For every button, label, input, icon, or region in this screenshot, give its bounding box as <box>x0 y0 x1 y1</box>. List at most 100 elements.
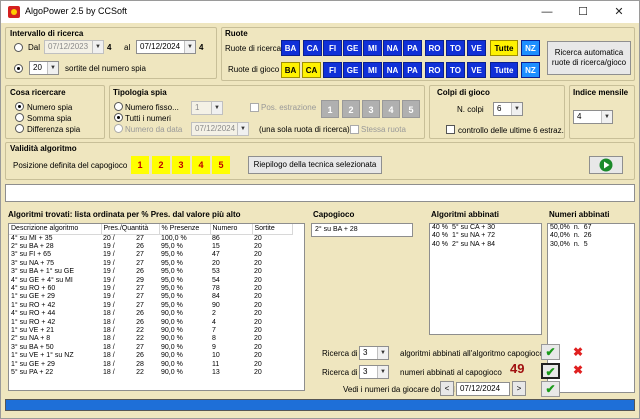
ruota-gioco-mi[interactable]: MI <box>363 62 382 78</box>
maximize-button[interactable]: ☐ <box>565 1 601 23</box>
ruota-ricerca-ca[interactable]: CA <box>303 40 322 56</box>
col-numero[interactable]: Numero <box>210 224 253 235</box>
numeri-list[interactable]: 50,0% n. 67 40,0% n. 26 30,0% n. 5 <box>547 223 635 393</box>
table-row[interactable]: 3° su BA + 1° su GE 19 / 26 95,0 % 53 20 <box>9 268 292 276</box>
confirm-abbinati-button[interactable]: ✔ <box>541 344 560 360</box>
list-item[interactable]: 30,0% n. 5 <box>548 241 594 249</box>
ruota-gioco-ve[interactable]: VE <box>467 62 486 78</box>
pos-box-1[interactable]: 1 <box>321 100 339 118</box>
dal-radio[interactable] <box>14 43 23 52</box>
numero-fisso-radio[interactable] <box>114 102 123 111</box>
vedi-date-field[interactable]: 07/12/2024 <box>456 382 510 396</box>
table-row[interactable]: 4° su GE + 4° su MI 19 / 29 95,0 % 54 20 <box>9 277 292 285</box>
ruota-gioco-tutte[interactable]: Tutte <box>490 62 518 78</box>
abbinati-list[interactable]: 40 % 5° su CA + 30 40 % 1° su NA + 72 40 % 2°… <box>429 223 542 335</box>
controllo-check[interactable] <box>446 125 455 134</box>
chevron-down-icon[interactable]: ▼ <box>377 347 388 359</box>
indice-select[interactable]: 4 ▼ <box>573 110 613 124</box>
ruota-gioco-to[interactable]: TO <box>446 62 465 78</box>
ruota-ricerca-ba[interactable]: BA <box>281 40 300 56</box>
calendar-dropdown-icon[interactable]: ▼ <box>184 41 195 53</box>
close-button[interactable]: ✕ <box>601 1 637 23</box>
list-item[interactable]: 50,0% n. 67 <box>548 224 594 232</box>
cancel-abbinati-button[interactable]: ✖ <box>571 345 585 359</box>
table-row[interactable]: 1° su GE + 29 18 / 28 90,0 % 11 20 <box>9 361 292 369</box>
capogioco-field[interactable]: 2° su BA + 28 <box>311 223 413 237</box>
validita-box-5[interactable]: 5 <box>212 156 230 174</box>
tutti-numeri-radio[interactable] <box>114 113 123 122</box>
fisso-select[interactable]: 1 ▼ <box>191 101 223 115</box>
table-row[interactable]: 3° su FI + 65 19 / 27 95,0 % 47 20 <box>9 251 292 259</box>
ruota-ricerca-ro[interactable]: RO <box>425 40 444 56</box>
list-item[interactable]: 40 % 2° su NA + 84 <box>430 241 497 249</box>
ruota-ricerca-ve[interactable]: VE <box>467 40 486 56</box>
ruota-ricerca-pa[interactable]: PA <box>403 40 422 56</box>
al-date-field[interactable]: 07/12/2024 ▼ <box>136 40 196 54</box>
col-presenze[interactable]: % Presenze <box>159 224 211 235</box>
table-row[interactable]: 2° su BA + 28 19 /26 95,0 % 15 20 <box>9 243 292 251</box>
pos-box-2[interactable]: 2 <box>342 100 360 118</box>
ruota-gioco-fi[interactable]: FI <box>323 62 342 78</box>
ricerca-automatica-button[interactable]: Ricerca automatica ruote di ricerca/gioc… <box>547 41 631 75</box>
sortite-select[interactable]: 20 ▼ <box>29 61 59 75</box>
ruota-ricerca-na[interactable]: NA <box>383 40 402 56</box>
confirm-vedi-button[interactable]: ✔ <box>541 381 560 397</box>
ruota-gioco-pa[interactable]: PA <box>403 62 422 78</box>
ruota-gioco-ba[interactable]: BA <box>281 62 300 78</box>
pos-box-5[interactable]: 5 <box>402 100 420 118</box>
numero-data-radio[interactable] <box>114 124 123 133</box>
table-row[interactable]: 1° su RO + 42 19 / 27 95,0 % 90 20 <box>9 302 292 310</box>
ruota-ricerca-nz[interactable]: NZ <box>521 40 540 56</box>
calendar-dropdown-icon[interactable]: ▼ <box>92 41 103 53</box>
stessa-ruota-check[interactable] <box>350 125 359 134</box>
validita-box-4[interactable]: 4 <box>192 156 210 174</box>
ruota-ricerca-to[interactable]: TO <box>446 40 465 56</box>
prev-date-button[interactable]: < <box>440 381 454 396</box>
col-sortite[interactable]: Sortite <box>252 224 293 235</box>
pos-box-4[interactable]: 4 <box>382 100 400 118</box>
chevron-down-icon[interactable]: ▼ <box>211 102 222 114</box>
ruota-ricerca-ge[interactable]: GE <box>343 40 362 56</box>
pos-estrazione-check[interactable] <box>250 103 259 112</box>
minimize-button[interactable]: — <box>529 1 565 23</box>
play-button[interactable] <box>589 156 623 174</box>
ruota-ricerca-mi[interactable]: MI <box>363 40 382 56</box>
table-row[interactable]: 3° su NA + 75 19 / 27 95,0 % 20 20 <box>9 260 292 268</box>
ruota-gioco-nz[interactable]: NZ <box>521 62 540 78</box>
differenza-spia-radio[interactable] <box>15 124 24 133</box>
list-item[interactable]: 40,0% n. 26 <box>548 232 594 240</box>
table-row[interactable]: 1° su VE + 1° su NZ 18 / 26 90,0 % 10 20 <box>9 352 292 360</box>
pos-box-3[interactable]: 3 <box>362 100 380 118</box>
numero-spia-radio[interactable] <box>15 102 24 111</box>
table-row[interactable]: 3° su BA + 50 18 / 27 90,0 % 9 20 <box>9 344 292 352</box>
validita-box-1[interactable]: 1 <box>131 156 149 174</box>
chevron-down-icon[interactable]: ▼ <box>601 111 612 123</box>
riepilogo-button[interactable]: Riepilogo della tecnica selezionata <box>248 156 382 174</box>
chevron-down-icon[interactable]: ▼ <box>377 366 388 378</box>
table-row[interactable]: 1° su GE + 29 19 / 27 95,0 % 84 20 <box>9 293 292 301</box>
next-date-button[interactable]: > <box>512 381 526 396</box>
somma-spia-radio[interactable] <box>15 113 24 122</box>
table-row[interactable]: 5° su PA + 22 18 / 22 90,0 % 13 20 <box>9 369 292 377</box>
calendar-dropdown-icon[interactable]: ▼ <box>237 123 248 135</box>
validita-box-2[interactable]: 2 <box>152 156 170 174</box>
chevron-down-icon[interactable]: ▼ <box>47 62 58 74</box>
ncolpi-select[interactable]: 6 ▼ <box>493 102 523 116</box>
chevron-down-icon[interactable]: ▼ <box>511 103 522 115</box>
ruota-gioco-na[interactable]: NA <box>383 62 402 78</box>
table-row[interactable]: 1° su RO + 42 18 / 26 90,0 % 4 20 <box>9 319 292 327</box>
dal-date-field[interactable]: 07/12/2023 ▼ <box>44 40 104 54</box>
ruota-gioco-ca[interactable]: CA <box>302 62 321 78</box>
table-row[interactable]: 4° su MI + 35 20 / 27 100,0 % 86 20 <box>9 234 292 243</box>
ruota-gioco-ge[interactable]: GE <box>343 62 362 78</box>
list-item[interactable]: 40 % 1° su NA + 72 <box>430 232 497 240</box>
algoritmi-list[interactable]: Descrizione algoritmo Pres./Quantità % P… <box>8 223 305 391</box>
ricerca2-select[interactable]: 3 ▼ <box>359 365 389 379</box>
ricerca1-select[interactable]: 3 ▼ <box>359 346 389 360</box>
confirm-numeri-button[interactable]: ✔ <box>541 363 560 379</box>
table-row[interactable]: 2° su NA + 8 18 / 22 90,0 % 8 20 <box>9 335 292 343</box>
table-row[interactable]: 4° su RO + 44 18 / 26 90,0 % 2 20 <box>9 310 292 318</box>
ruota-ricerca-tutte[interactable]: Tutte <box>490 40 518 56</box>
col-descrizione[interactable]: Descrizione algoritmo <box>9 224 102 235</box>
validita-box-3[interactable]: 3 <box>172 156 190 174</box>
